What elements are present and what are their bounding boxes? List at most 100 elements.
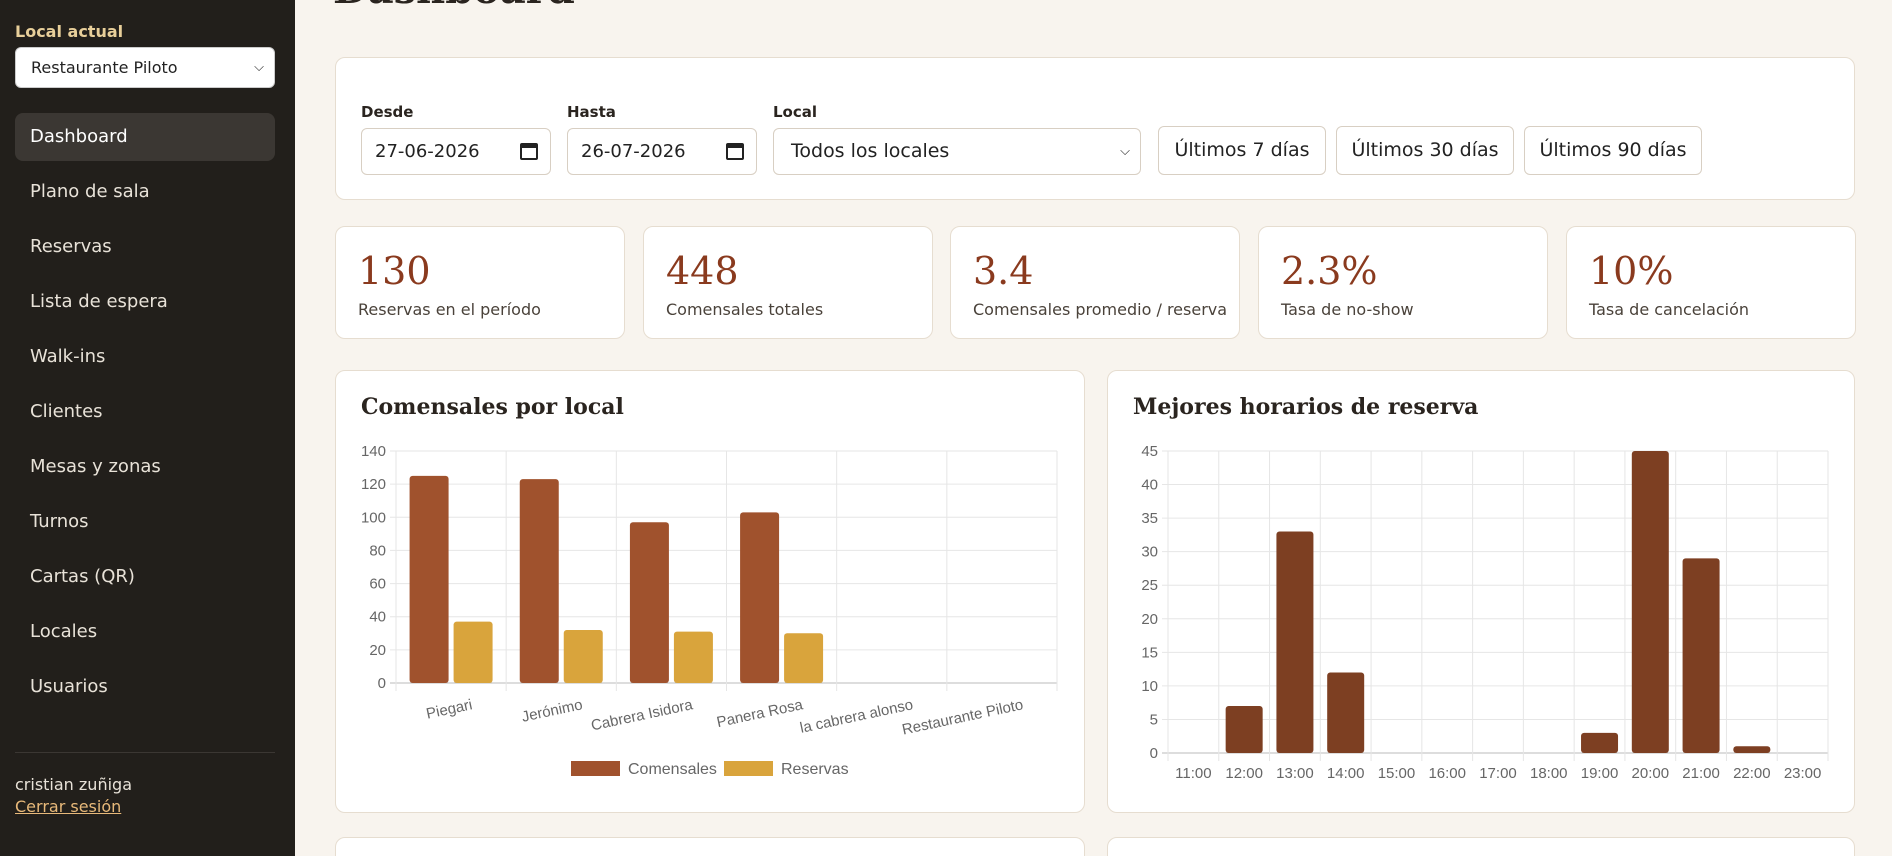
kpi-label: Tasa de no-show [1281,300,1414,319]
mejores-horarios-chart: 0 5 10 15 20 25 30 35 40 45 11:00 12:00 13:00 14:00 15… [1141,443,1829,782]
y-tick-label: 40 [369,609,386,626]
bar [1682,558,1720,753]
y-tick-label: 10 [1141,678,1158,695]
sidebar-item-plano-de-sala[interactable]: Plano de sala [15,168,275,216]
x-tick-label: 15:00 [1378,765,1416,782]
kpi-label: Reservas en el período [358,300,541,319]
bar [563,629,603,683]
bottom-card-right [1107,837,1855,856]
sidebar-item-lista-de-espera[interactable]: Lista de espera [15,278,275,326]
local-label: Local actual [15,22,124,41]
bar [409,475,449,683]
bar [519,479,559,683]
bar [1276,531,1314,753]
sidebar-item-locales[interactable]: Locales [15,608,275,656]
comensales-por-local-chart: 0 20 40 60 80 100 120 140 Piegari Jerónimo Cabrera… [361,443,1058,778]
y-tick-label: 0 [1150,745,1158,762]
user-name: cristian zuñiga [15,775,132,794]
x-tick-label: 19:00 [1581,765,1619,782]
kpi-label: Tasa de cancelación [1589,300,1750,319]
chevron-down-icon: ⌵ [254,60,264,75]
legend-label: Reservas [781,761,849,778]
last-7-days-button[interactable]: Últimos 7 días [1158,126,1326,175]
last-30-days-button[interactable]: Últimos 30 días [1336,126,1514,175]
bottom-card-left [335,837,1085,856]
y-tick-label: 100 [361,509,386,526]
bar [1225,706,1263,753]
local-filter-select[interactable]: Todos los locales ⌵ [773,128,1141,175]
x-tick-label: 12:00 [1225,765,1263,782]
local-select-value: Restaurante Piloto [31,58,178,77]
x-tick-label: 14:00 [1327,765,1365,782]
y-tick-label: 0 [378,675,386,692]
y-tick-label: 25 [1141,577,1158,594]
kpi-value: 448 [666,249,739,293]
sidebar-nav: Dashboard Plano de sala Reservas Lista d… [15,113,275,718]
logout-link[interactable]: Cerrar sesión [15,797,121,816]
desde-date-input[interactable]: 27-06-2026 [361,128,551,175]
kpi-card-no-show: 2.3% Tasa de no-show [1258,226,1548,339]
bar [1733,746,1771,753]
sidebar-item-mesas-y-zonas[interactable]: Mesas y zonas [15,443,275,491]
bar [740,512,780,683]
y-tick-label: 35 [1141,510,1158,527]
local-select[interactable]: Restaurante Piloto ⌵ [15,47,275,88]
y-tick-label: 5 [1150,711,1158,728]
y-tick-label: 120 [361,476,386,493]
sidebar-divider [15,752,275,753]
local-filter-value: Todos los locales [791,140,950,162]
kpi-value: 130 [358,249,431,293]
y-tick-label: 60 [369,576,386,593]
x-tick-label: 11:00 [1175,765,1211,782]
x-tick-label: Panera Rosa [715,696,805,731]
sidebar-item-usuarios[interactable]: Usuarios [15,663,275,711]
y-tick-label: 20 [369,642,386,659]
bar [784,633,824,683]
x-tick-label: 17:00 [1479,765,1517,782]
kpi-card-promedio: 3.4 Comensales promedio / reserva [950,226,1240,339]
bar [673,631,713,683]
calendar-icon[interactable] [520,143,538,160]
chevron-down-icon: ⌵ [1120,144,1130,159]
bar [1631,451,1669,753]
local-filter-label: Local [773,103,818,121]
x-tick-label: la cabrera alonso [798,696,914,737]
y-tick-label: 30 [1141,544,1158,561]
sidebar: Local actual Restaurante Piloto ⌵ Dashbo… [0,0,295,856]
kpi-value: 2.3% [1281,249,1378,293]
sidebar-item-walk-ins[interactable]: Walk-ins [15,333,275,381]
desde-date-value: 27-06-2026 [375,141,480,162]
bar [629,522,669,683]
sidebar-item-clientes[interactable]: Clientes [15,388,275,436]
hasta-date-input[interactable]: 26-07-2026 [567,128,757,175]
y-tick-label: 20 [1141,611,1158,628]
hasta-label: Hasta [567,103,616,121]
sidebar-item-turnos[interactable]: Turnos [15,498,275,546]
x-tick-label: 13:00 [1276,765,1314,782]
x-tick-label: 21:00 [1682,765,1720,782]
last-90-days-button[interactable]: Últimos 90 días [1524,126,1702,175]
kpi-label: Comensales totales [666,300,824,319]
x-tick-label: Cabrera Isidora [590,696,695,734]
y-tick-label: 80 [369,542,386,559]
x-tick-label: 20:00 [1632,765,1670,782]
kpi-card-comensales: 448 Comensales totales [643,226,933,339]
kpi-card-reservas: 130 Reservas en el período [335,226,625,339]
x-tick-label: 18:00 [1530,765,1568,782]
desde-label: Desde [361,103,414,121]
kpi-card-cancelacion: 10% Tasa de cancelación [1566,226,1856,339]
kpi-value: 10% [1589,249,1674,293]
chart-card-comensales-por-local: Comensales por local 0 20 40 60 80 100 120 140 P… [335,370,1085,813]
bar [1581,732,1619,753]
bar [453,621,493,683]
hasta-date-value: 26-07-2026 [581,141,686,162]
x-tick-label: Jerónimo [520,696,584,725]
sidebar-item-dashboard[interactable]: Dashboard [15,113,275,161]
legend-swatch [724,761,773,776]
legend-swatch [571,761,620,776]
calendar-icon[interactable] [726,143,744,160]
sidebar-item-reservas[interactable]: Reservas [15,223,275,271]
page-title: Dashboard [333,0,575,13]
sidebar-item-cartas-qr[interactable]: Cartas (QR) [15,553,275,601]
x-tick-label: Restaurante Piloto [901,696,1025,738]
